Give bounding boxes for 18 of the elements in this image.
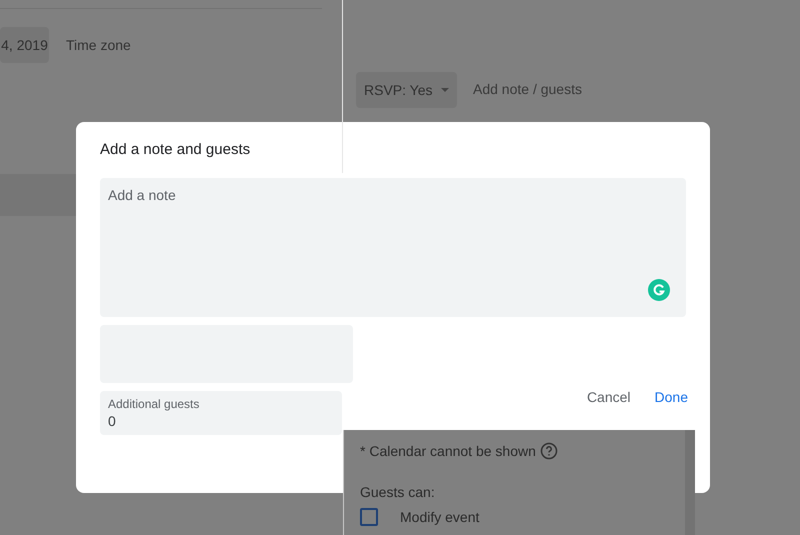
- help-icon[interactable]: [540, 442, 558, 460]
- calendar-notice: * Calendar cannot be shown: [360, 443, 536, 459]
- caret-icon: [440, 88, 448, 92]
- dialog-title: Add a note and guests: [100, 141, 252, 160]
- note-field[interactable]: Add a note: [100, 178, 686, 317]
- field-value: 0: [108, 413, 117, 429]
- cancel-button[interactable]: Cancel: [580, 383, 637, 411]
- rsvp-dropdown[interactable]: RSVP: Yes: [356, 72, 456, 108]
- add-note-link[interactable]: Add note / guests: [473, 81, 582, 97]
- field-label: Additional guests: [108, 397, 200, 411]
- permission-label: Modify event: [400, 509, 480, 525]
- checkbox[interactable]: [360, 508, 378, 526]
- date-chip[interactable]: 4, 2019: [0, 27, 49, 63]
- guests-can-label: Guests can:: [360, 484, 436, 500]
- done-button[interactable]: Done: [648, 383, 694, 411]
- guests-field[interactable]: Additional guests 0: [100, 391, 342, 435]
- time-zone-link[interactable]: Time zone: [66, 37, 131, 53]
- grammarly-icon[interactable]: [648, 279, 670, 301]
